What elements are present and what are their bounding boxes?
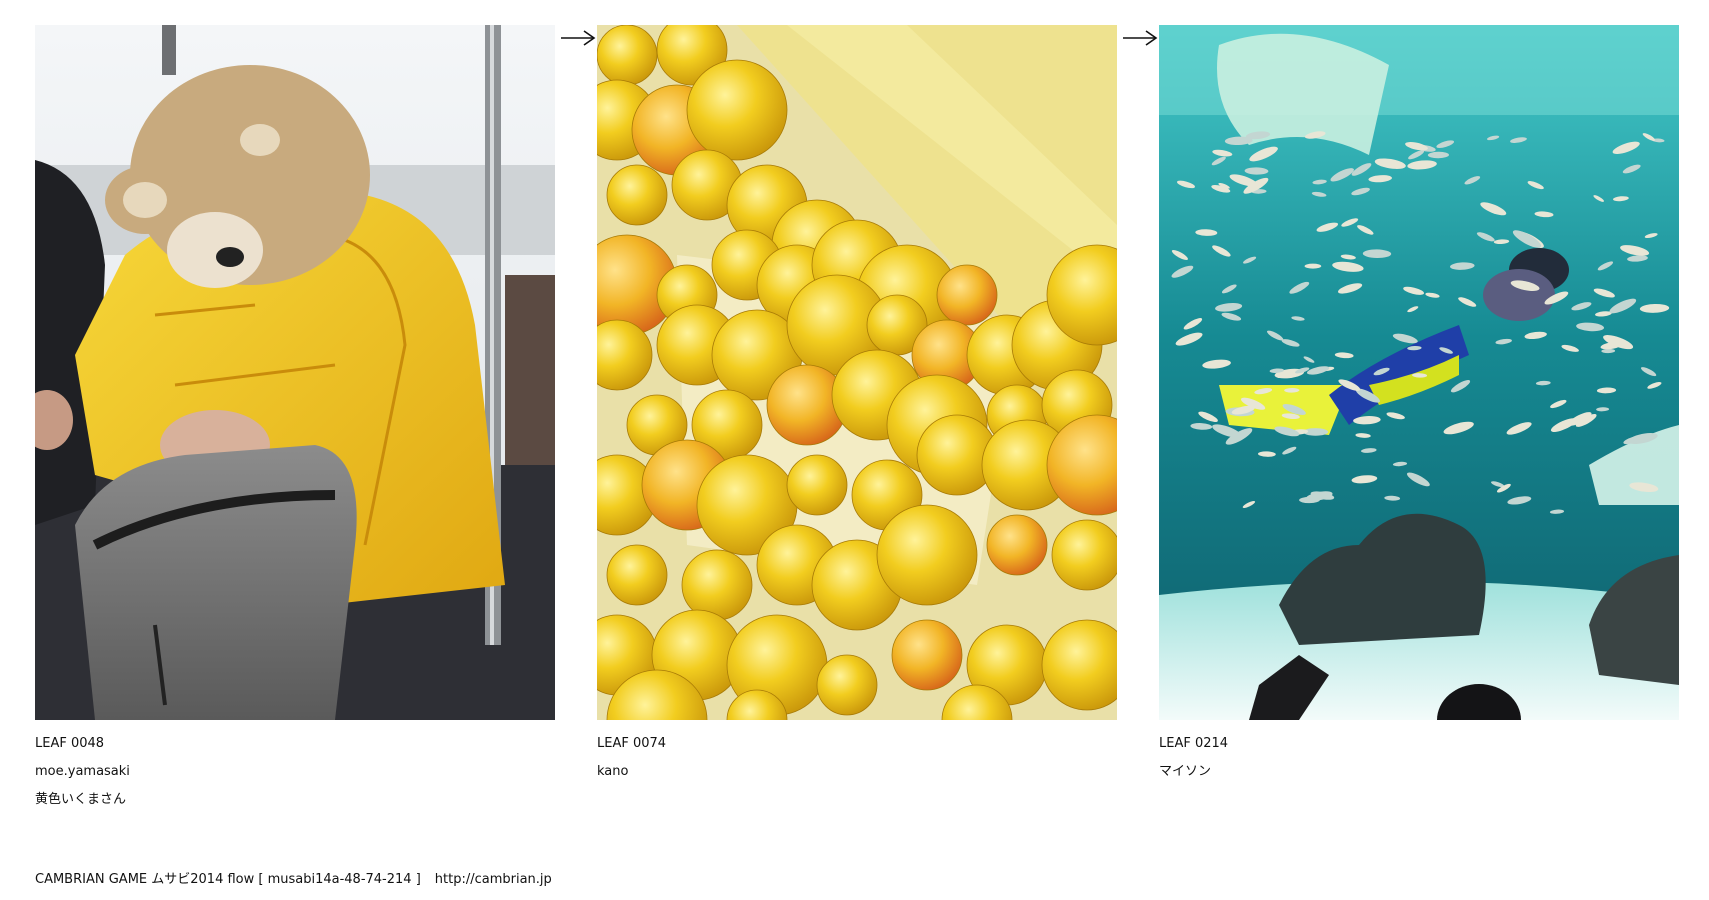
leaf-author[interactable]: kano	[597, 758, 1117, 786]
plum-fruit	[686, 59, 788, 161]
plum-fruit	[597, 25, 658, 86]
plum-fruit	[606, 544, 668, 606]
leaf-id: LEAF 0048	[35, 736, 105, 751]
footer: CAMBRIAN GAME ムサビ2014 flow [ musabi14a-4…	[35, 868, 552, 887]
leaf-caption: 黄色いくまさん	[35, 792, 127, 807]
photo-aquarium-diver[interactable]	[1159, 25, 1679, 720]
leaf-card-0048: LEAF 0048 moe.yamasaki 黄色いくまさん	[35, 25, 555, 814]
arrow-right-icon	[560, 30, 596, 46]
plum-fruit	[876, 504, 978, 606]
plum-fruit	[891, 619, 963, 691]
plum-fruit	[936, 264, 998, 326]
leaf-id: LEAF 0214	[1159, 736, 1229, 751]
leaf-card-0214: LEAF 0214 マイソン	[1159, 25, 1679, 786]
plum-fruit	[1051, 519, 1117, 591]
plum-fruit	[606, 164, 668, 226]
photo-yellow-plums[interactable]	[597, 25, 1117, 720]
plum-fruit	[786, 454, 848, 516]
footer-link[interactable]: http://cambrian.jp	[435, 872, 552, 887]
fish	[1304, 263, 1322, 269]
footer-text: CAMBRIAN GAME ムサビ2014 flow [ musabi14a-4…	[35, 872, 421, 887]
leaf-author[interactable]: マイソン	[1159, 758, 1679, 786]
leaf-id: LEAF 0074	[597, 736, 667, 751]
arrow-right-icon	[1122, 30, 1158, 46]
plum-fruit	[816, 654, 878, 716]
plum-fruit	[986, 514, 1048, 576]
leaf-card-0074: LEAF 0074 kano	[597, 25, 1117, 786]
photo-bear-costume-train[interactable]	[35, 25, 555, 720]
plum-fruit	[681, 549, 753, 621]
leaf-author[interactable]: moe.yamasaki	[35, 758, 555, 786]
